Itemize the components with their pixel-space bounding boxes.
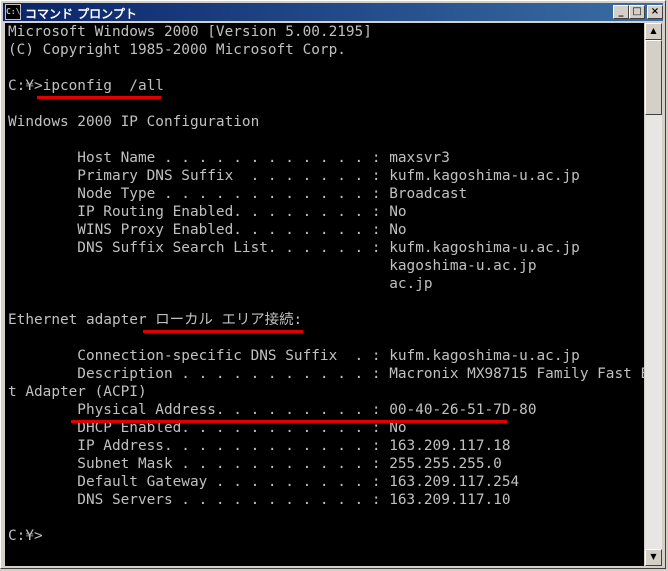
console-line: kagoshima-u.ac.jp [8,258,537,274]
scroll-up-button[interactable]: ▲ [645,23,662,40]
scroll-thumb[interactable] [645,40,662,115]
console-line: C:¥> [8,528,43,544]
console-line: Description . . . . . . . . . . . : Macr… [8,366,644,382]
console-line: DNS Servers . . . . . . . . . . . : 163.… [8,492,511,508]
console-output[interactable]: Microsoft Windows 2000 [Version 5.00.219… [5,23,644,566]
scroll-down-arrow-icon: ▼ [650,552,657,561]
red-underline-command [37,96,161,99]
red-underline-adapter-name [143,330,303,333]
maximize-button[interactable]: □ [629,5,645,19]
console-line: DNS Suffix Search List. . . . . . : kufm… [8,240,580,256]
console-line: C:¥>ipconfig /all [8,78,164,94]
console-line: ac.jp [8,276,433,292]
maximize-icon: □ [632,6,642,17]
console-line: IP Routing Enabled. . . . . . . . : No [8,204,407,220]
console-line: Microsoft Windows 2000 [Version 5.00.219… [8,24,372,40]
console-line: WINS Proxy Enabled. . . . . . . . : No [8,222,407,238]
console-line: (C) Copyright 1985-2000 Microsoft Corp. [8,42,346,58]
title-bar[interactable]: C:\ コマンド プロンプト _ □ × [3,3,663,21]
console-line: Connection-specific DNS Suffix . : kufm.… [8,348,580,364]
close-icon: × [650,6,660,17]
console-line: Default Gateway . . . . . . . . . : 163.… [8,474,520,490]
console-line: Physical Address. . . . . . . . . : 00-4… [8,402,537,418]
console-line: t Adapter (ACPI) [8,384,147,400]
console-app-icon[interactable]: C:\ [5,4,21,20]
window-title: コマンド プロンプト [25,7,137,21]
console-line: Host Name . . . . . . . . . . . . : maxs… [8,150,450,166]
console-line: Subnet Mask . . . . . . . . . . . : 255.… [8,456,502,472]
minimize-icon: _ [618,6,624,17]
console-line: Primary DNS Suffix . . . . . . . : kufm.… [8,168,580,184]
console-line: Ethernet adapter ローカル エリア接続: [8,312,303,328]
command-prompt-window: C:\ コマンド プロンプト _ □ × Microsoft Windows 2… [0,0,666,569]
vertical-scrollbar[interactable]: ▲ ▼ [645,23,662,566]
minimize-button[interactable]: _ [613,5,629,19]
close-button[interactable]: × [647,5,663,19]
scroll-down-button[interactable]: ▼ [645,549,662,566]
red-underline-physical-address [71,420,507,423]
console-line: Node Type . . . . . . . . . . . . : Broa… [8,186,468,202]
scroll-up-arrow-icon: ▲ [650,26,657,35]
console-line: Windows 2000 IP Configuration [8,114,260,130]
console-line: IP Address. . . . . . . . . . . . : 163.… [8,438,511,454]
